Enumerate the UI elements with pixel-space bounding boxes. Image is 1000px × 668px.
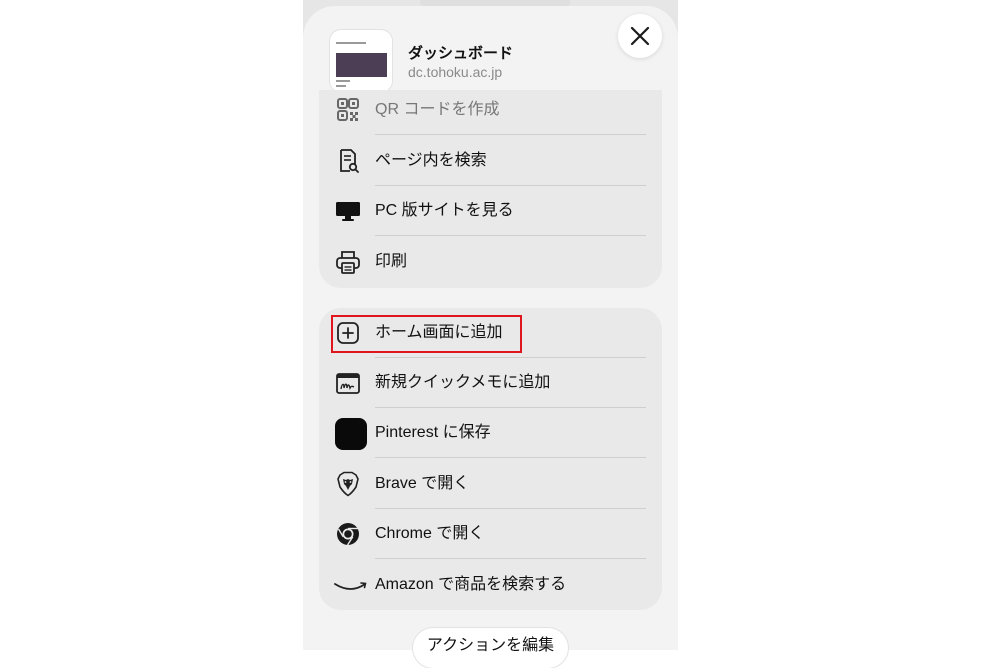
divider (375, 134, 646, 135)
action-label: Amazon で商品を検索する (375, 576, 567, 593)
highlight-box (331, 315, 522, 353)
chrome-icon (335, 522, 365, 546)
find-in-page-icon (335, 149, 365, 173)
close-button[interactable] (618, 14, 662, 58)
action-label: QR コードを作成 (375, 101, 500, 118)
qr-code-icon (335, 98, 365, 122)
action-add-to-quick-note[interactable]: 新規クイックメモに追加 (319, 358, 662, 408)
action-create-qr-code[interactable]: QR コードを作成 (319, 85, 662, 135)
divider (375, 235, 646, 236)
page-url: dc.tohoku.ac.jp (408, 64, 503, 80)
action-label: Pinterest に保存 (375, 424, 491, 441)
action-request-desktop-site[interactable]: PC 版サイトを見る (319, 186, 662, 236)
edit-actions-button[interactable]: アクションを編集 (413, 628, 568, 668)
close-icon (630, 26, 650, 46)
action-label: Chrome で開く (375, 525, 485, 542)
brave-lion-icon (335, 471, 365, 497)
page-thumbnail (330, 30, 392, 92)
page-title: ダッシュボード (408, 45, 514, 62)
pinterest-icon (335, 418, 367, 450)
action-label: 新規クイックメモに追加 (375, 374, 551, 391)
divider (375, 457, 646, 458)
action-open-in-chrome[interactable]: Chrome で開く (319, 509, 662, 559)
action-open-in-brave[interactable]: Brave で開く (319, 459, 662, 509)
action-label: ページ内を検索 (375, 152, 487, 169)
action-label: 印刷 (375, 253, 408, 270)
action-label: Brave で開く (375, 475, 470, 492)
action-print[interactable]: 印刷 (319, 237, 662, 287)
printer-icon (335, 250, 365, 274)
quick-note-icon (335, 371, 365, 395)
divider (375, 558, 646, 559)
amazon-smile-icon (334, 573, 367, 597)
action-search-amazon[interactable]: Amazon で商品を検索する (319, 560, 662, 610)
action-save-to-pinterest[interactable]: Pinterest に保存 (319, 408, 662, 458)
action-find-in-page[interactable]: ページ内を検索 (319, 136, 662, 186)
action-label: PC 版サイトを見る (375, 202, 514, 219)
desktop-icon (335, 199, 365, 223)
